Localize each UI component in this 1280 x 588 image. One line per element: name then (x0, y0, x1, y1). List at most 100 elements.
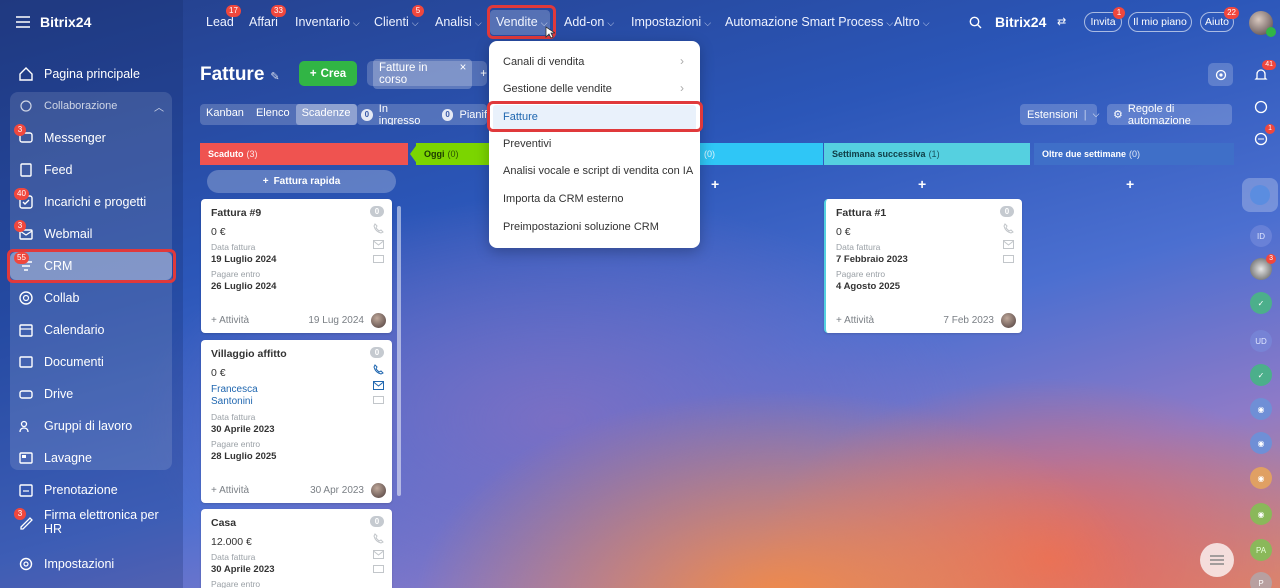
card-contact[interactable]: Francesca Santonini (211, 384, 271, 408)
nav-lead[interactable]: Lead 17 (206, 5, 241, 29)
card-invoice-1[interactable]: Fattura #1 0 0 € Data fattura 7 Febbraio… (824, 199, 1022, 333)
nav-automation[interactable]: Automazione Smart Process ⌵ (725, 15, 893, 29)
view-kanban[interactable]: Kanban (200, 104, 250, 125)
sidebar-item-messenger[interactable]: 3 Messenger (10, 124, 172, 152)
help-button[interactable]: Aiuto 22 (1200, 7, 1239, 32)
sidebar-item-webmail[interactable]: 3 Webmail (10, 220, 172, 248)
sidebar-item-drive[interactable]: Drive (10, 380, 172, 408)
task-icon[interactable]: ✓ (1250, 292, 1272, 314)
nav-addon[interactable]: Add-on ⌵ (564, 15, 614, 29)
column-scrollbar[interactable] (397, 206, 401, 496)
menu-item-import-crm[interactable]: Importa da CRM esterno (503, 193, 623, 205)
activity-icon[interactable] (1250, 96, 1272, 118)
my-plan-button[interactable]: Il mio piano (1128, 12, 1192, 32)
user-avatar-2[interactable]: 3 (1250, 254, 1276, 280)
filter-chip[interactable]: Fatture in corso × (373, 58, 473, 89)
mail-icon[interactable] (373, 381, 384, 390)
avatar[interactable] (1001, 313, 1016, 328)
add-card-later[interactable]: + (1126, 176, 1134, 192)
view-settings-button[interactable] (1208, 63, 1233, 86)
avatar-p[interactable]: P (1250, 572, 1272, 588)
filter-bar[interactable]: Fatture in corso × + (367, 58, 487, 89)
nav-clients[interactable]: Clienti ⌵ 5 (374, 5, 424, 29)
card-title[interactable]: Fattura #9 (211, 207, 382, 219)
close-icon[interactable]: × (460, 62, 467, 86)
avatar-id[interactable]: ID (1250, 225, 1272, 247)
sidebar-item-documents[interactable]: Documenti (10, 348, 172, 376)
invite-button[interactable]: Invita 1 (1084, 7, 1125, 32)
nav-deals[interactable]: Affari 33 (249, 5, 286, 29)
menu-item-sales-management[interactable]: Gestione delle vendite (503, 83, 612, 95)
add-activity-link[interactable]: + Attività (836, 315, 874, 326)
add-filter-icon[interactable]: + (480, 68, 487, 80)
mail-icon[interactable] (373, 550, 384, 559)
column-overdue[interactable]: Scaduto (3) (200, 143, 408, 165)
search-icon[interactable] (969, 16, 982, 29)
group-icon[interactable]: ◉ (1250, 398, 1272, 420)
phone-icon[interactable] (373, 533, 384, 544)
card-title[interactable]: Casa (211, 517, 382, 529)
bell-icon[interactable]: 41 (1250, 60, 1276, 86)
chat-group-icon[interactable]: ◉ (1250, 467, 1272, 489)
mail-icon[interactable] (373, 240, 384, 249)
card-invoice-9[interactable]: Fattura #9 0 0 € Data fattura 19 Luglio … (201, 199, 392, 333)
quick-invoice-button[interactable]: + Fattura rapida (207, 170, 396, 193)
avatar[interactable] (371, 313, 386, 328)
nav-more[interactable]: Altro ⌵ (894, 15, 930, 29)
menu-item-ai-scripts[interactable]: Analisi vocale e script di vendita con I… (503, 165, 693, 177)
column-next-week[interactable]: Settimana successiva (1) (824, 143, 1030, 165)
nav-inventory[interactable]: Inventario ⌵ (295, 15, 360, 29)
phone-icon[interactable] (373, 223, 384, 234)
counter-planned[interactable]: Pianif (459, 109, 487, 121)
chat-icon[interactable] (373, 565, 384, 575)
sidebar-item-calendar[interactable]: Calendario (10, 316, 172, 344)
card-title[interactable]: Villaggio affitto (211, 348, 382, 360)
view-list[interactable]: Elenco (250, 104, 296, 125)
create-button[interactable]: + Crea (299, 61, 357, 86)
sidebar-item-feed[interactable]: Feed (10, 156, 172, 184)
sidebar-item-collab[interactable]: Collab (10, 284, 172, 312)
extensions-button[interactable]: Estensioni | ⌵ (1020, 104, 1099, 125)
chevron-up-icon[interactable]: ︿ (154, 99, 164, 114)
sidebar-item-home[interactable]: Pagina principale (10, 60, 172, 88)
mail-icon[interactable] (1003, 240, 1014, 249)
card-casa[interactable]: Casa 0 12.000 € Data fattura 30 Aprile 2… (201, 509, 392, 588)
phone-icon[interactable] (1003, 223, 1014, 234)
nav-settings[interactable]: Impostazioni ⌵ (631, 15, 711, 29)
group-icon-2[interactable]: ◉ (1250, 432, 1272, 454)
sidebar-item-workgroups[interactable]: Gruppi di lavoro (10, 412, 172, 440)
sidebar-item-esign-hr[interactable]: 3 Firma elettronica per HR (10, 508, 172, 536)
menu-item-quotes[interactable]: Preventivi (503, 138, 551, 150)
chat-icon[interactable] (373, 255, 384, 265)
add-activity-link[interactable]: + Attività (211, 315, 249, 326)
phone-icon[interactable] (373, 364, 384, 375)
add-activity-link[interactable]: + Attività (211, 485, 249, 496)
chat-icon[interactable] (373, 396, 384, 406)
column-later[interactable]: Oltre due settimane (0) (1034, 143, 1234, 165)
chat-icon[interactable] (1003, 255, 1014, 265)
add-card-this-week[interactable]: + (711, 176, 719, 192)
sidebar-item-tasks[interactable]: 40 Incarichi e progetti (10, 188, 172, 216)
sidebar-item-boards[interactable]: Lavagne (10, 444, 172, 472)
logo[interactable]: Bitrix24 (40, 14, 91, 30)
sidebar-item-settings[interactable]: Impostazioni (10, 550, 172, 578)
avatar[interactable] (371, 483, 386, 498)
bookmark-icon[interactable] (1242, 178, 1278, 212)
sidebar-item-booking[interactable]: Prenotazione (10, 476, 172, 504)
card-title[interactable]: Fattura #1 (836, 207, 1012, 219)
menu-item-sales-channels[interactable]: Canali di vendita (503, 56, 584, 68)
nav-analytics[interactable]: Analisi ⌵ (435, 15, 482, 29)
counter-incoming[interactable]: In ingresso (379, 104, 432, 125)
automation-rules-button[interactable]: ⚙ Regole di automazione (1107, 103, 1232, 127)
group-icon-3[interactable]: ◉ (1250, 503, 1272, 525)
add-card-next-week[interactable]: + (918, 176, 926, 192)
menu-item-crm-presets[interactable]: Preimpostazioni soluzione CRM (503, 221, 659, 233)
sidebar-item-collaboration[interactable]: Collaborazione ︿ (10, 92, 172, 120)
chat-icon[interactable]: 1 (1250, 124, 1275, 150)
card-villaggio-affitto[interactable]: Villaggio affitto 0 0 € Francesca Santon… (201, 340, 392, 503)
avatar-pa[interactable]: PA (1250, 539, 1272, 561)
view-deadlines[interactable]: Scadenze (295, 104, 357, 125)
task-icon-2[interactable]: ✓ (1250, 364, 1272, 386)
quick-menu-button[interactable] (1200, 543, 1234, 577)
avatar-ud[interactable]: UD (1250, 330, 1272, 352)
